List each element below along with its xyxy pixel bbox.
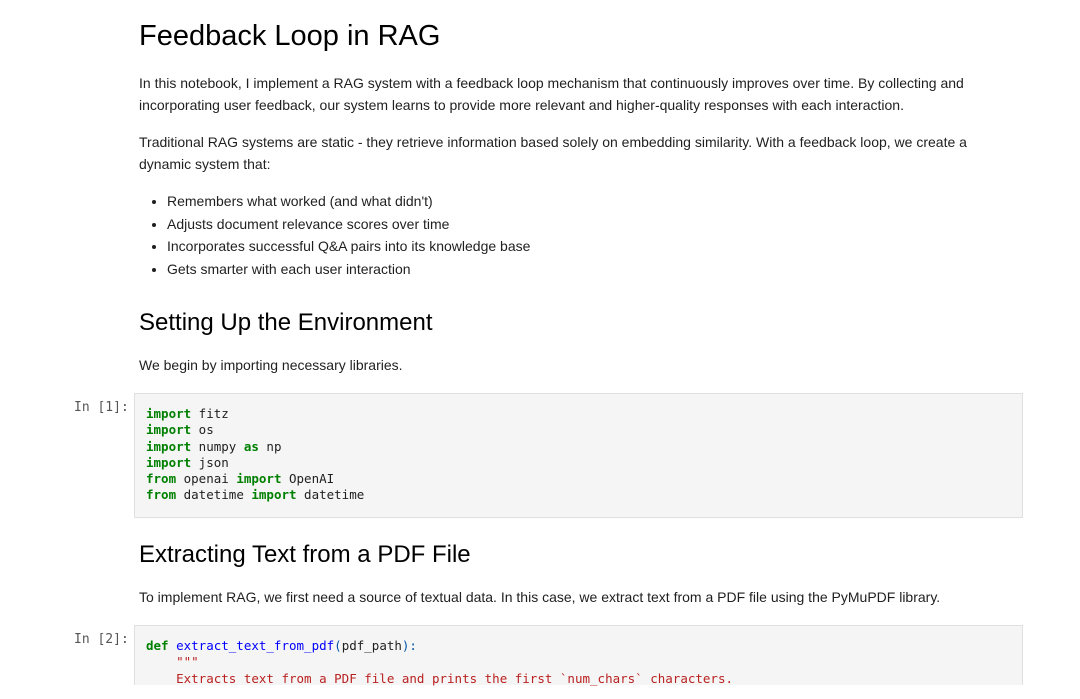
code-paren: ( xyxy=(334,638,342,653)
function-param: pdf_path xyxy=(341,638,402,653)
code-text: json xyxy=(191,454,229,470)
code-paren: ): xyxy=(401,638,417,653)
code-text: datetime xyxy=(176,487,252,503)
docstring: Extracts text from a PDF file and prints… xyxy=(146,670,733,686)
feature-list: Remembers what worked (and what didn't) … xyxy=(139,190,1019,280)
code-cell-imports[interactable]: import fitz import os import numpy as np… xyxy=(134,393,1023,518)
list-item: Gets smarter with each user interaction xyxy=(167,258,1019,281)
code-keyword: import xyxy=(236,471,282,487)
code-cell-extract[interactable]: def extract_text_from_pdf(pdf_path): """… xyxy=(134,625,1023,686)
function-name: extract_text_from_pdf xyxy=(168,638,335,653)
code-keyword: import xyxy=(146,422,192,438)
code-text: np xyxy=(258,438,282,454)
cell-prompt: In [2]: xyxy=(74,632,129,647)
code-text: openai xyxy=(176,471,237,487)
markdown-cell-static[interactable]: Traditional RAG systems are static - the… xyxy=(139,131,1019,175)
code-text: numpy xyxy=(191,438,244,454)
code-keyword: import xyxy=(146,454,192,470)
list-item: Incorporates successful Q&A pairs into i… xyxy=(167,235,1019,258)
markdown-cell-section1[interactable]: Setting Up the Environment xyxy=(139,308,1019,338)
section-heading-pdf: Extracting Text from a PDF File xyxy=(139,541,471,568)
code-keyword: def xyxy=(146,638,169,653)
code-keyword: from xyxy=(146,471,177,487)
section2-text: To implement RAG, we first need a source… xyxy=(139,589,941,605)
intro-paragraph: In this notebook, I implement a RAG syst… xyxy=(139,75,964,113)
docstring: """ xyxy=(146,654,199,670)
section1-text: We begin by importing necessary librarie… xyxy=(139,357,403,373)
code-text: fitz xyxy=(191,406,229,421)
markdown-cell-title[interactable]: Feedback Loop in RAG xyxy=(139,19,1019,53)
markdown-cell-section1-text[interactable]: We begin by importing necessary librarie… xyxy=(139,354,1019,376)
code-keyword: import xyxy=(146,406,192,421)
section-heading-environment: Setting Up the Environment xyxy=(139,309,433,336)
code-text: datetime xyxy=(296,487,365,503)
list-item: Adjusts document relevance scores over t… xyxy=(167,213,1019,236)
page-title: Feedback Loop in RAG xyxy=(139,20,441,52)
markdown-cell-intro[interactable]: In this notebook, I implement a RAG syst… xyxy=(139,72,1019,116)
markdown-cell-section2-text[interactable]: To implement RAG, we first need a source… xyxy=(139,586,1019,608)
code-keyword: import xyxy=(146,438,192,454)
code-editor[interactable]: import fitz import os import numpy as np… xyxy=(135,394,1022,516)
code-text: os xyxy=(191,422,214,438)
code-keyword: from xyxy=(146,487,177,503)
code-editor[interactable]: def extract_text_from_pdf(pdf_path): """… xyxy=(135,626,1022,699)
code-keyword: import xyxy=(251,487,297,503)
static-paragraph: Traditional RAG systems are static - the… xyxy=(139,134,967,172)
code-text: OpenAI xyxy=(281,471,335,487)
cell-prompt: In [1]: xyxy=(74,400,129,415)
markdown-cell-section2[interactable]: Extracting Text from a PDF File xyxy=(139,540,1019,570)
list-item: Remembers what worked (and what didn't) xyxy=(167,190,1019,213)
code-keyword: as xyxy=(243,438,259,454)
markdown-cell-bullets[interactable]: Remembers what worked (and what didn't) … xyxy=(139,190,1019,280)
